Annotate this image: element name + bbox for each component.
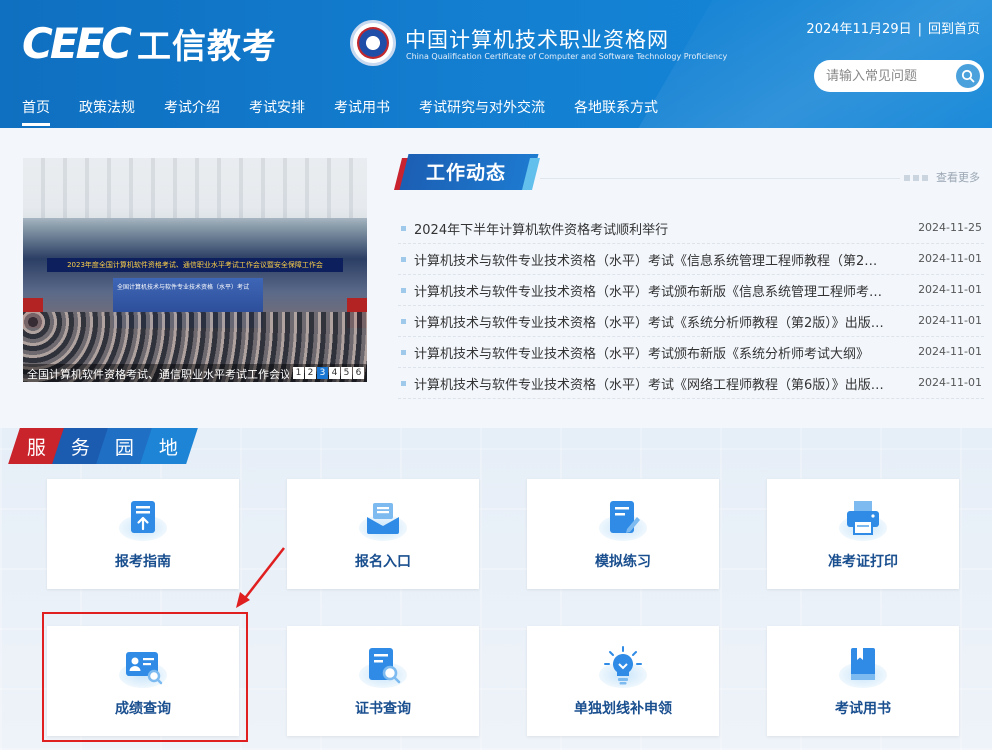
document-upload-icon: [119, 499, 167, 541]
service-card-practice[interactable]: 模拟练习: [527, 479, 719, 589]
bullet-icon: [401, 288, 406, 293]
nav-home[interactable]: 首页: [22, 96, 50, 128]
highlight-box: [42, 612, 248, 742]
bullet-icon: [401, 319, 406, 324]
service-card-supplement-apply[interactable]: 单独划线补申领: [527, 626, 719, 736]
envelope-tray-icon: [359, 499, 407, 541]
nav-exam-books[interactable]: 考试用书: [334, 96, 390, 128]
service-card-label: 考试用书: [835, 701, 891, 717]
main-nav: 首页 政策法规 考试介绍 考试安排 考试用书 考试研究与对外交流 各地联系方式: [22, 96, 687, 128]
lightbulb-icon: [599, 646, 647, 688]
seal-icon: [350, 20, 396, 66]
news-item[interactable]: 计算机技术与软件专业技术资格（水平）考试《系统分析师教程（第2版）》出版发行 20…: [398, 306, 984, 337]
slider-page-active[interactable]: 3: [317, 367, 328, 379]
service-card-exam-guide[interactable]: 报考指南: [47, 479, 239, 589]
site-logo[interactable]: CEEC 工信教考: [22, 19, 277, 68]
news-item-title[interactable]: 计算机技术与软件专业技术资格（水平）考试《信息系统管理工程师教程（第2版）》出版…: [414, 250, 890, 269]
service-title-char: 服: [27, 436, 47, 459]
slider-page[interactable]: 4: [329, 367, 340, 379]
news-item-date: 2024-11-01: [918, 283, 982, 296]
service-card-admission-print[interactable]: 准考证打印: [767, 479, 959, 589]
news-item[interactable]: 计算机技术与软件专业技术资格（水平）考试颁布新版《信息系统管理工程师考试大纲》 2…: [398, 275, 984, 306]
news-item-title[interactable]: 2024年下半年计算机软件资格考试顺利举行: [414, 219, 890, 238]
site-header: CEEC 工信教考 中国计算机技术职业资格网 China Qualificati…: [0, 0, 992, 128]
arrow-icon: [236, 547, 285, 608]
nav-policy[interactable]: 政策法规: [79, 96, 135, 128]
service-title-char: 务: [71, 436, 91, 459]
service-card-certificate-query[interactable]: 证书查询: [287, 626, 479, 736]
divider: [540, 178, 900, 179]
search-button[interactable]: [956, 64, 980, 88]
slider-page[interactable]: 6: [353, 367, 364, 379]
service-card-registration[interactable]: 报名入口: [287, 479, 479, 589]
service-title-char: 园: [115, 436, 135, 459]
service-title-char: 地: [159, 436, 179, 459]
slider-pager: 1 2 3 4 5 6: [292, 367, 364, 379]
news-section-title: 工作动态: [394, 152, 542, 194]
logo-text: 工信教考: [137, 26, 278, 67]
nav-research[interactable]: 考试研究与对外交流: [419, 96, 545, 128]
search-box: [814, 60, 984, 92]
site-title: 中国计算机技术职业资格网: [405, 28, 669, 52]
service-card-label: 报名入口: [355, 554, 411, 570]
search-input[interactable]: [826, 67, 950, 85]
slider-banner-text: 2023年度全国计算机软件资格考试、通信职业水平考试工作会议暨安全保障工作会: [47, 258, 343, 272]
service-card-label: 单独划线补申领: [574, 701, 672, 717]
news-item[interactable]: 计算机技术与软件专业技术资格（水平）考试《信息系统管理工程师教程（第2版）》出版…: [398, 244, 984, 275]
nav-exam-intro[interactable]: 考试介绍: [164, 96, 220, 128]
news-list: 2024年下半年计算机软件资格考试顺利举行 2024-11-25 计算机技术与软件…: [398, 213, 984, 399]
news-item[interactable]: 计算机技术与软件专业技术资格（水平）考试《网络工程师教程（第6版）》出版发行 20…: [398, 368, 984, 399]
slider-caption[interactable]: 全国计算机软件资格考试、通信职业水平考试工作会议暨安全: [27, 366, 289, 382]
bullet-icon: [401, 226, 406, 231]
logo-mark: CEEC: [22, 18, 132, 68]
slider-screen-text: 全国计算机技术与软件专业技术资格（水平）考试: [117, 284, 250, 291]
service-section-title: 服 务 园 地: [8, 428, 198, 464]
news-slider[interactable]: 2023年度全国计算机软件资格考试、通信职业水平考试工作会议暨安全保障工作会 全…: [23, 158, 367, 382]
news-item-date: 2024-11-25: [918, 221, 982, 234]
service-card-label: 准考证打印: [828, 554, 898, 570]
printer-icon: [839, 499, 887, 541]
service-card-label: 模拟练习: [595, 554, 651, 570]
news-item-title[interactable]: 计算机技术与软件专业技术资格（水平）考试颁布新版《系统分析师考试大纲》: [414, 343, 890, 362]
bullet-icon: [401, 381, 406, 386]
nav-contacts[interactable]: 各地联系方式: [574, 96, 658, 128]
news-item-title[interactable]: 计算机技术与软件专业技术资格（水平）考试颁布新版《信息系统管理工程师考试大纲》: [414, 281, 890, 300]
news-title: 工作动态: [426, 162, 507, 184]
bullet-icon: [401, 257, 406, 262]
service-card-label: 报考指南: [115, 554, 171, 570]
more-link[interactable]: 查看更多: [904, 169, 980, 185]
slider-caption-bar: 全国计算机软件资格考试、通信职业水平考试工作会议暨安全 1 2 3 4 5 6: [23, 364, 367, 382]
news-item[interactable]: 2024年下半年计算机软件资格考试顺利举行 2024-11-25: [398, 213, 984, 244]
current-date: 2024年11月29日: [806, 22, 912, 37]
service-card-label: 证书查询: [355, 701, 411, 717]
book-icon: [839, 646, 887, 688]
slider-page[interactable]: 1: [293, 367, 304, 379]
slider-page[interactable]: 2: [305, 367, 316, 379]
nav-exam-schedule[interactable]: 考试安排: [249, 96, 305, 128]
news-item-date: 2024-11-01: [918, 345, 982, 358]
slider-page[interactable]: 5: [341, 367, 352, 379]
home-link[interactable]: 回到首页: [928, 22, 980, 37]
date-bar: 2024年11月29日 | 回到首页: [806, 22, 980, 37]
news-item-date: 2024-11-01: [918, 376, 982, 389]
news-item[interactable]: 计算机技术与软件专业技术资格（水平）考试颁布新版《系统分析师考试大纲》 2024-…: [398, 337, 984, 368]
news-item-date: 2024-11-01: [918, 314, 982, 327]
news-item-date: 2024-11-01: [918, 252, 982, 265]
bullet-icon: [401, 350, 406, 355]
news-item-title[interactable]: 计算机技术与软件专业技术资格（水平）考试《系统分析师教程（第2版）》出版发行: [414, 312, 890, 331]
certificate-search-icon: [359, 646, 407, 688]
news-item-title[interactable]: 计算机技术与软件专业技术资格（水平）考试《网络工程师教程（第6版）》出版发行: [414, 374, 890, 393]
site-subtitle: China Qualification Certificate of Compu…: [406, 52, 728, 61]
service-card-exam-books[interactable]: 考试用书: [767, 626, 959, 736]
edit-document-icon: [599, 499, 647, 541]
search-icon: [961, 69, 975, 83]
